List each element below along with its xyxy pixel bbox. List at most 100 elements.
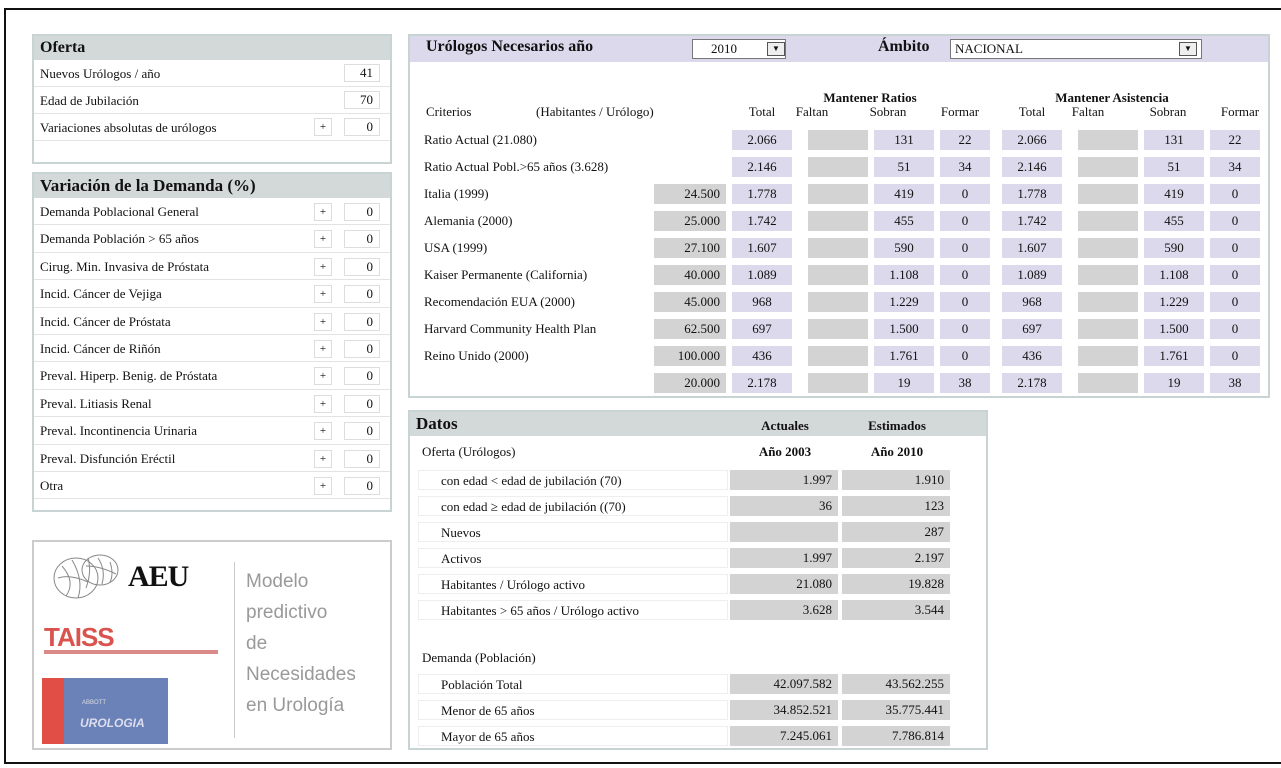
increment-button[interactable]: +: [314, 394, 332, 413]
habitantes-urologo-field[interactable]: 62.500: [654, 319, 726, 339]
year-dropdown-icon[interactable]: ▼: [767, 42, 785, 56]
asistencia-sobran-cell: 51: [1144, 157, 1204, 177]
ratios-sobran-cell: 455: [874, 211, 934, 231]
demanda-value-field[interactable]: 0: [344, 312, 380, 331]
habitantes-urologo-field[interactable]: 40.000: [654, 265, 726, 285]
habitantes-urologo-field[interactable]: 100.000: [654, 346, 726, 366]
ratios-faltan-cell: [808, 319, 868, 339]
demanda-row: Incid. Cáncer de Próstata +0: [34, 308, 390, 335]
increment-button[interactable]: +: [314, 285, 332, 304]
col-header-sobran: Sobran: [869, 104, 907, 119]
model-line: de: [246, 633, 268, 654]
ratios-total-cell: 2.178: [732, 373, 792, 393]
increment-button[interactable]: +: [314, 203, 332, 221]
datos-row: con edad ≥ edad de jubilación ((70) 36 123: [418, 494, 958, 518]
ratios-formar-cell: 0: [940, 238, 990, 258]
demanda-value-field[interactable]: 0: [344, 339, 380, 358]
demanda-value-field[interactable]: 0: [344, 230, 380, 249]
demanda-row-label: Preval. Litiasis Renal: [40, 395, 152, 411]
aeu-logo-text: AEU: [128, 560, 189, 593]
datos-year-2010: Año 2010: [870, 444, 924, 459]
habitantes-urologo-field[interactable]: 45.000: [654, 292, 726, 312]
demanda-row: Demanda Población > 65 años +0: [34, 225, 390, 253]
oferta-title: Oferta: [34, 36, 390, 60]
asistencia-formar-cell: 0: [1210, 319, 1260, 339]
increment-button[interactable]: +: [314, 118, 332, 136]
demanda-panel: Variación de la Demanda (%) Demanda Pobl…: [32, 172, 392, 512]
datos-estimado-value: 2.197: [842, 548, 950, 568]
demanda-value-field[interactable]: 0: [344, 449, 380, 468]
increment-button[interactable]: +: [314, 422, 332, 441]
year-select[interactable]: 2010 ▼: [692, 39, 786, 59]
ratios-faltan-cell: [808, 184, 868, 204]
habitantes-urologo-field[interactable]: 25.000: [654, 211, 726, 231]
asistencia-faltan-cell: [1078, 346, 1138, 366]
datos-actual-value: 36: [730, 496, 838, 516]
habitantes-urologo-field[interactable]: 27.100: [654, 238, 726, 258]
increment-button[interactable]: +: [314, 476, 332, 495]
datos-actual-value: 42.097.582: [730, 674, 838, 694]
year-select-value: 2010: [711, 41, 737, 56]
demanda-value-field[interactable]: 0: [344, 367, 380, 386]
datos-actual-value: [730, 522, 838, 542]
increment-button[interactable]: +: [314, 230, 332, 249]
oferta-value-field[interactable]: 41: [344, 64, 380, 82]
datos-estimado-value: 123: [842, 496, 950, 516]
ratios-sobran-cell: 1.229: [874, 292, 934, 312]
habitantes-urologo-field[interactable]: 20.000: [654, 373, 726, 393]
demanda-value-field[interactable]: 0: [344, 422, 380, 441]
increment-button[interactable]: +: [314, 339, 332, 358]
necesarios-panel: Urólogos Necesarios año 2010 ▼ Ámbito NA…: [408, 34, 1270, 398]
model-line: Modelo: [246, 571, 309, 592]
ratios-total-cell: 436: [732, 346, 792, 366]
asistencia-sobran-cell: 419: [1144, 184, 1204, 204]
increment-button[interactable]: +: [314, 312, 332, 331]
demanda-value-field[interactable]: 0: [344, 285, 380, 304]
criterios-label: Criterios: [426, 104, 472, 119]
ambito-select[interactable]: NACIONAL ▼: [950, 39, 1202, 59]
demanda-row: Otra +0: [34, 472, 390, 500]
criterio-label: USA (1999): [424, 240, 488, 255]
demanda-value-field[interactable]: 0: [344, 203, 380, 221]
asistencia-faltan-cell: [1078, 238, 1138, 258]
demanda-value-field[interactable]: 0: [344, 257, 380, 276]
ratios-total-cell: 2.146: [732, 157, 792, 177]
ratios-sobran-cell: 51: [874, 157, 934, 177]
demanda-row: Cirug. Min. Invasiva de Próstata +0: [34, 253, 390, 281]
ratios-formar-cell: 0: [940, 184, 990, 204]
abbott-logo-text: ABBOTT: [82, 700, 107, 706]
increment-button[interactable]: +: [314, 367, 332, 386]
datos-row: Menor de 65 años 34.852.521 35.775.441: [418, 698, 958, 722]
oferta-row-label: Edad de Jubilación: [40, 93, 139, 108]
habitantes-urologo-field[interactable]: 24.500: [654, 184, 726, 204]
increment-button[interactable]: +: [314, 449, 332, 468]
ratios-formar-cell: 0: [940, 346, 990, 366]
ambito-dropdown-icon[interactable]: ▼: [1179, 42, 1197, 56]
ratios-faltan-cell: [808, 130, 868, 150]
ratios-total-cell: 2.066: [732, 130, 792, 150]
asistencia-total-cell: 1.778: [1002, 184, 1062, 204]
datos-row: Activos 1.997 2.197: [418, 546, 958, 570]
demanda-row: Preval. Incontinencia Urinaria +0: [34, 417, 390, 445]
datos-row: Mayor de 65 años 7.245.061 7.786.814: [418, 724, 958, 748]
model-line: predictivo: [246, 602, 328, 623]
increment-button[interactable]: +: [314, 257, 332, 276]
demanda-value-field[interactable]: 0: [344, 394, 380, 413]
datos-panel: Datos Actuales Estimados Oferta (Urólogo…: [408, 410, 988, 750]
ratios-total-cell: 1.607: [732, 238, 792, 258]
model-line: Necesidades: [246, 664, 356, 685]
datos-actual-value: 3.628: [730, 600, 838, 620]
oferta-row-label: Nuevos Urólogos / año: [40, 66, 161, 81]
asistencia-formar-cell: 0: [1210, 211, 1260, 231]
criterio-row: Alemania (2000) 25.000 1.742 455 0 1.742 455 0: [410, 209, 1268, 236]
oferta-value-field[interactable]: 70: [344, 91, 380, 109]
demanda-row-label: Demanda Poblacional General: [40, 204, 199, 219]
criterio-label: [418, 373, 648, 393]
demanda-row-label: Preval. Hiperp. Benig. de Próstata: [40, 368, 218, 384]
datos-row-label: Población Total: [418, 674, 728, 694]
demanda-value-field[interactable]: 0: [344, 476, 380, 495]
ratios-faltan-cell: [808, 211, 868, 231]
criterio-label: Kaiser Permanente (California): [424, 267, 588, 282]
oferta-value-field[interactable]: 0: [344, 118, 380, 136]
ratios-formar-cell: 38: [940, 373, 990, 393]
